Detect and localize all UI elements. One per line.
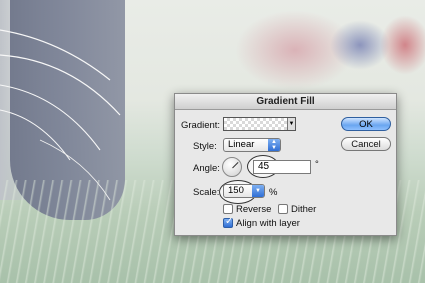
gradient-fill-dialog: Gradient Fill Gradient: ▼ OK Cancel Styl… <box>174 93 397 236</box>
angle-unit: ° <box>315 159 319 170</box>
dropdown-arrow-icon[interactable]: ▼ <box>287 118 295 130</box>
style-select[interactable]: Linear ▲ ▼ <box>223 138 281 152</box>
scale-label: Scale: <box>193 187 220 198</box>
ok-button[interactable]: OK <box>341 117 391 131</box>
angle-dial[interactable] <box>222 157 242 177</box>
scale-unit: % <box>269 187 278 198</box>
dither-label: Dither <box>291 204 317 215</box>
reverse-checkbox[interactable] <box>223 204 233 214</box>
cancel-button[interactable]: Cancel <box>341 137 391 151</box>
align-with-layer-label: Align with layer <box>236 218 300 229</box>
gradient-label: Gradient: <box>181 120 221 131</box>
angle-label: Angle: <box>193 163 220 174</box>
gradient-picker[interactable]: ▼ <box>223 117 296 131</box>
align-with-layer-checkbox[interactable] <box>223 216 233 228</box>
dialog-title: Gradient Fill <box>175 94 396 110</box>
select-arrows-icon: ▲ ▼ <box>268 139 280 151</box>
angle-needle-icon <box>232 161 239 169</box>
reverse-label: Reverse <box>236 204 272 215</box>
style-select-value: Linear <box>228 139 255 150</box>
style-label: Style: <box>193 141 217 152</box>
scale-input[interactable]: 150 ▼ <box>223 184 265 198</box>
scale-dropdown-icon[interactable]: ▼ <box>252 185 264 197</box>
dither-checkbox[interactable] <box>278 204 288 214</box>
angle-input[interactable]: 45 <box>253 160 311 174</box>
scale-input-value: 150 <box>228 185 244 196</box>
